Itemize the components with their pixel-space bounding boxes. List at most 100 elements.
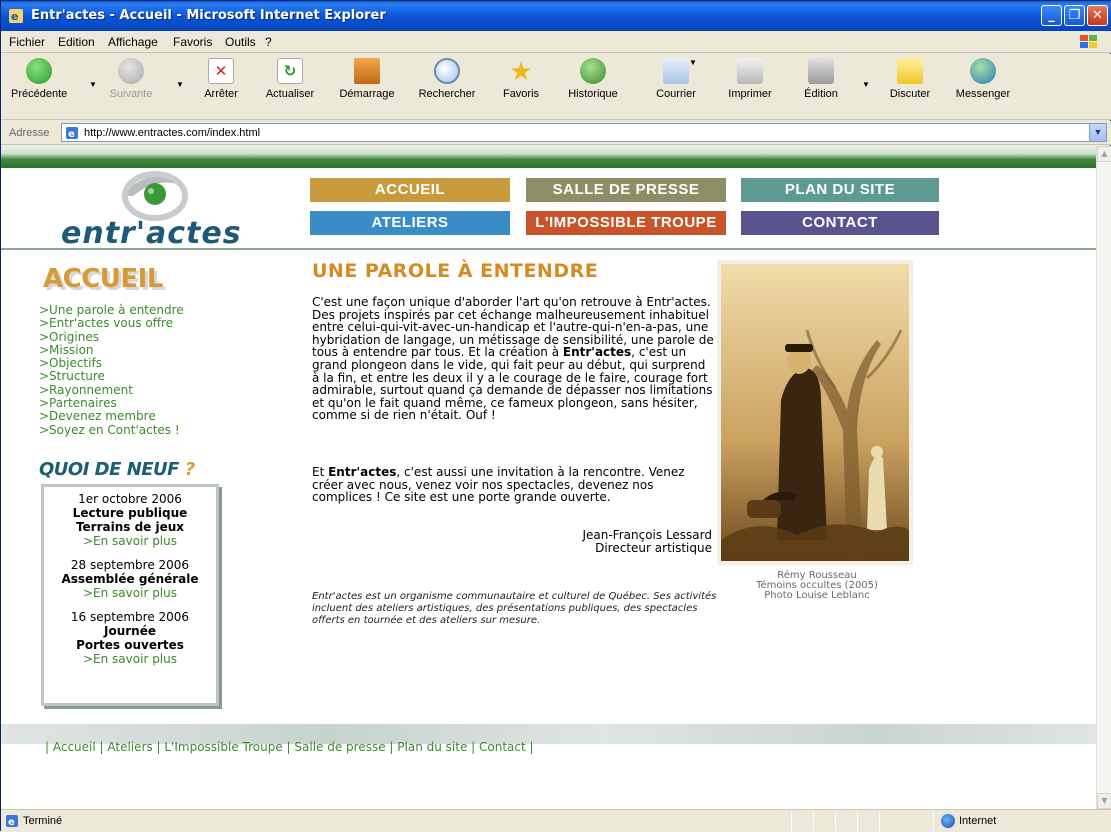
menu-edition[interactable]: Edition — [58, 35, 95, 49]
scroll-up-icon[interactable]: ▲ — [1097, 146, 1111, 162]
edit-icon — [808, 58, 834, 84]
address-dropdown-icon[interactable]: ▼ — [1089, 124, 1106, 141]
link-partenaires[interactable]: >Partenaires — [39, 396, 184, 410]
maximize-button[interactable]: ❐ — [1064, 5, 1085, 26]
window-title: Entr'actes - Accueil - Microsoft Interne… — [31, 8, 386, 23]
back-arrow-icon — [26, 58, 52, 84]
news-date: 28 septembre 2006 — [70, 558, 190, 572]
news-box: 1er octobre 2006 Lecture publique Terrai… — [41, 484, 219, 706]
nav-ateliers[interactable]: ATELIERS — [310, 211, 510, 235]
menu-bar: Fichier Edition Affichage Favoris Outils… — [1, 31, 1111, 53]
organisation-note: Entr'actes est un organisme communautair… — [312, 591, 717, 626]
forward-button[interactable]: Suivante — [103, 58, 159, 100]
stage-photo — [717, 260, 913, 565]
address-input[interactable]: e http://www.entractes.com/index.html ▼ — [61, 123, 1107, 142]
search-button[interactable]: Rechercher — [415, 58, 479, 100]
scroll-down-icon[interactable]: ▼ — [1097, 793, 1111, 809]
home-icon — [354, 58, 380, 84]
page-icon: e — [66, 127, 78, 140]
star-icon: ★ — [509, 56, 533, 86]
link-rayonnement[interactable]: >Rayonnement — [39, 383, 184, 397]
news-date: 1er octobre 2006 — [78, 492, 182, 506]
menu-affichage[interactable]: Affichage — [108, 35, 158, 49]
edit-dropdown-icon[interactable]: ▼ — [862, 80, 870, 89]
nav-plan-du-site[interactable]: PLAN DU SITE — [741, 178, 939, 202]
caption-line: Photo Louise Leblanc — [764, 590, 870, 601]
news-more-link[interactable]: >En savoir plus — [44, 652, 216, 666]
nav-salle-de-presse[interactable]: SALLE DE PRESSE — [526, 178, 726, 202]
photo-caption: Rémy Rousseau Témoins occultes (2005) Ph… — [717, 571, 917, 601]
edit-button[interactable]: Édition — [799, 58, 843, 100]
address-bar: Adresse e http://www.entractes.com/index… — [1, 121, 1111, 145]
nav-contact[interactable]: CONTACT — [741, 211, 939, 235]
minimize-button[interactable]: _ — [1041, 5, 1062, 26]
intro-paragraph: C'est une façon unique d'aborder l'art q… — [312, 296, 714, 422]
close-button[interactable]: ✕ — [1087, 5, 1108, 26]
news-question: ? — [184, 459, 195, 480]
history-button[interactable]: Historique — [561, 58, 625, 100]
svg-text:e: e — [8, 817, 15, 828]
discuss-button[interactable]: Discuter — [883, 58, 937, 100]
news-heading: QUOI DE NEUF ? — [39, 459, 195, 480]
status-separator — [791, 812, 792, 831]
back-button[interactable]: Précédente — [11, 58, 67, 100]
invitation-paragraph: Et Entr'actes, c'est aussi une invitatio… — [312, 466, 714, 504]
history-icon — [580, 58, 606, 84]
print-button[interactable]: Imprimer — [721, 58, 779, 100]
vertical-scrollbar[interactable]: ▲ ▼ — [1096, 146, 1111, 809]
logo-eye-icon — [121, 171, 188, 221]
link-membre[interactable]: >Devenez membre — [39, 410, 184, 424]
search-icon — [434, 58, 460, 84]
menu-help[interactable]: ? — [265, 35, 272, 49]
signature-role: Directeur artistique — [595, 541, 712, 555]
zone-text: Internet — [959, 815, 997, 827]
status-separator — [933, 812, 934, 831]
back-dropdown-icon[interactable]: ▼ — [89, 80, 97, 89]
link-mission[interactable]: >Mission — [39, 343, 184, 357]
svg-text:e: e — [11, 10, 18, 23]
svg-text:e: e — [68, 129, 75, 140]
address-label: Adresse — [9, 127, 50, 139]
footer-links[interactable]: | Accueil | Ateliers | L'Impossible Trou… — [45, 740, 534, 754]
menu-fichier[interactable]: Fichier — [9, 35, 45, 49]
news-more-link[interactable]: >En savoir plus — [44, 586, 216, 600]
news-more-link[interactable]: >En savoir plus — [44, 534, 216, 548]
header-divider — [1, 248, 1096, 250]
news-title-item: Journée Portes ouvertes — [76, 624, 184, 652]
link-offre[interactable]: >Entr'actes vous offre — [39, 316, 184, 330]
status-separator — [835, 812, 836, 831]
menu-outils[interactable]: Outils — [225, 35, 256, 49]
status-bar: e Terminé Internet — [1, 809, 1111, 832]
windows-logo-icon — [1080, 35, 1097, 48]
forward-arrow-icon — [118, 58, 144, 84]
home-button[interactable]: Démarrage — [335, 58, 399, 100]
link-parole[interactable]: >Une parole à entendre — [39, 303, 184, 317]
header-band — [1, 146, 1096, 168]
mail-dropdown-icon[interactable]: ▼ — [689, 58, 697, 67]
link-origines[interactable]: >Origines — [39, 330, 184, 344]
menu-favoris[interactable]: Favoris — [173, 35, 212, 49]
signature: Jean-François Lessard Directeur artistiq… — [541, 529, 712, 555]
internet-zone-icon — [941, 814, 955, 828]
title-bar: e Entr'actes - Accueil - Microsoft Inter… — [1, 1, 1111, 31]
favorites-button[interactable]: ★ Favoris — [497, 58, 545, 100]
page-done-icon: e — [6, 815, 18, 828]
forward-dropdown-icon[interactable]: ▼ — [176, 80, 184, 89]
link-objectifs[interactable]: >Objectifs — [39, 356, 184, 370]
link-structure[interactable]: >Structure — [39, 370, 184, 384]
messenger-button[interactable]: Messenger — [951, 58, 1015, 100]
address-url: http://www.entractes.com/index.html — [84, 127, 261, 139]
stop-button[interactable]: ✕ Arrêter — [197, 58, 245, 100]
status-separator — [857, 812, 858, 831]
link-contactes[interactable]: >Soyez en Cont'actes ! — [39, 423, 184, 437]
site-logo[interactable]: entr'actes — [61, 216, 242, 251]
news-title-item: Assemblée générale — [61, 572, 199, 586]
news-title-item: Lecture publique Terrains de jeux — [72, 506, 188, 534]
browser-window: e Entr'actes - Accueil - Microsoft Inter… — [0, 0, 1111, 832]
nav-impossible-troupe[interactable]: L'IMPOSSIBLE TROUPE — [526, 211, 726, 235]
status-separator — [879, 812, 880, 831]
mail-icon — [663, 58, 689, 84]
page-viewport: entr'actes ACCUEIL SALLE DE PRESSE PLAN … — [1, 146, 1096, 809]
refresh-button[interactable]: ↻ Actualiser — [263, 58, 317, 100]
nav-accueil[interactable]: ACCUEIL — [310, 178, 510, 202]
